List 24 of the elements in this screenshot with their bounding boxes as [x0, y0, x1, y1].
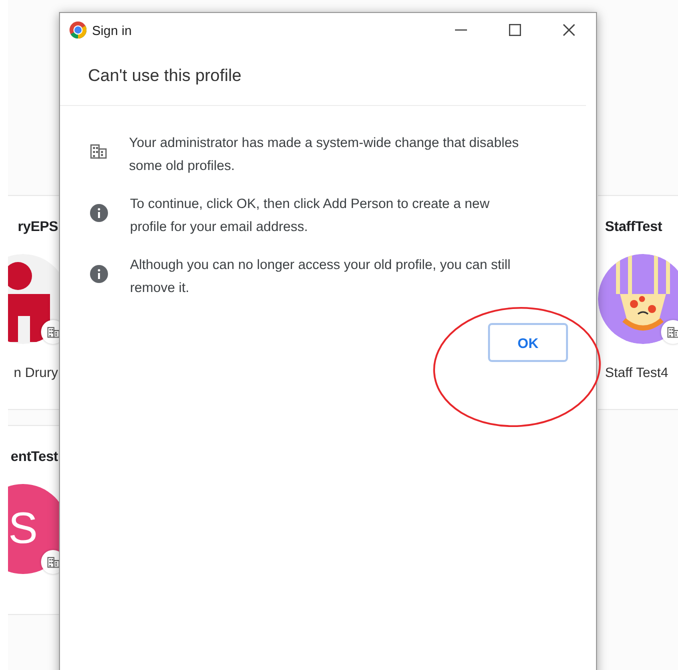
letter-avatar: S [8, 484, 59, 574]
info-icon [90, 204, 108, 222]
message-text: Your administrator has made a system-wide change that disables some old profiles. [129, 134, 520, 175]
building-icon [666, 326, 678, 338]
profile-name: StaffTest [605, 218, 662, 234]
window-title: Sign in [92, 22, 132, 38]
profile-card[interactable]: ryEPS n Drury [8, 195, 59, 410]
building-icon [90, 143, 107, 159]
profile-name: ryEPS [18, 218, 58, 234]
message-text: To continue, click OK, then click Add Person to create a new profile for your email address. [130, 195, 490, 236]
profile-name: entTest [10, 448, 58, 464]
maximize-icon [509, 24, 521, 36]
info-icon [90, 265, 108, 283]
dialog-heading: Can't use this profile [60, 47, 586, 106]
close-icon [563, 24, 575, 36]
ok-button[interactable]: OK [488, 323, 568, 362]
building-icon [46, 556, 59, 568]
profile-caption: n Drury [14, 365, 58, 380]
browser-logo-icon [69, 21, 87, 39]
profile-card[interactable]: StaffTest Staff Test4 [598, 195, 678, 410]
profile-caption: Staff Test4 [605, 365, 668, 380]
building-icon [46, 326, 59, 338]
profile-card[interactable]: entTest S [8, 425, 59, 615]
message-text: Although you can no longer access your old profile, you can still remove it. [130, 256, 512, 297]
